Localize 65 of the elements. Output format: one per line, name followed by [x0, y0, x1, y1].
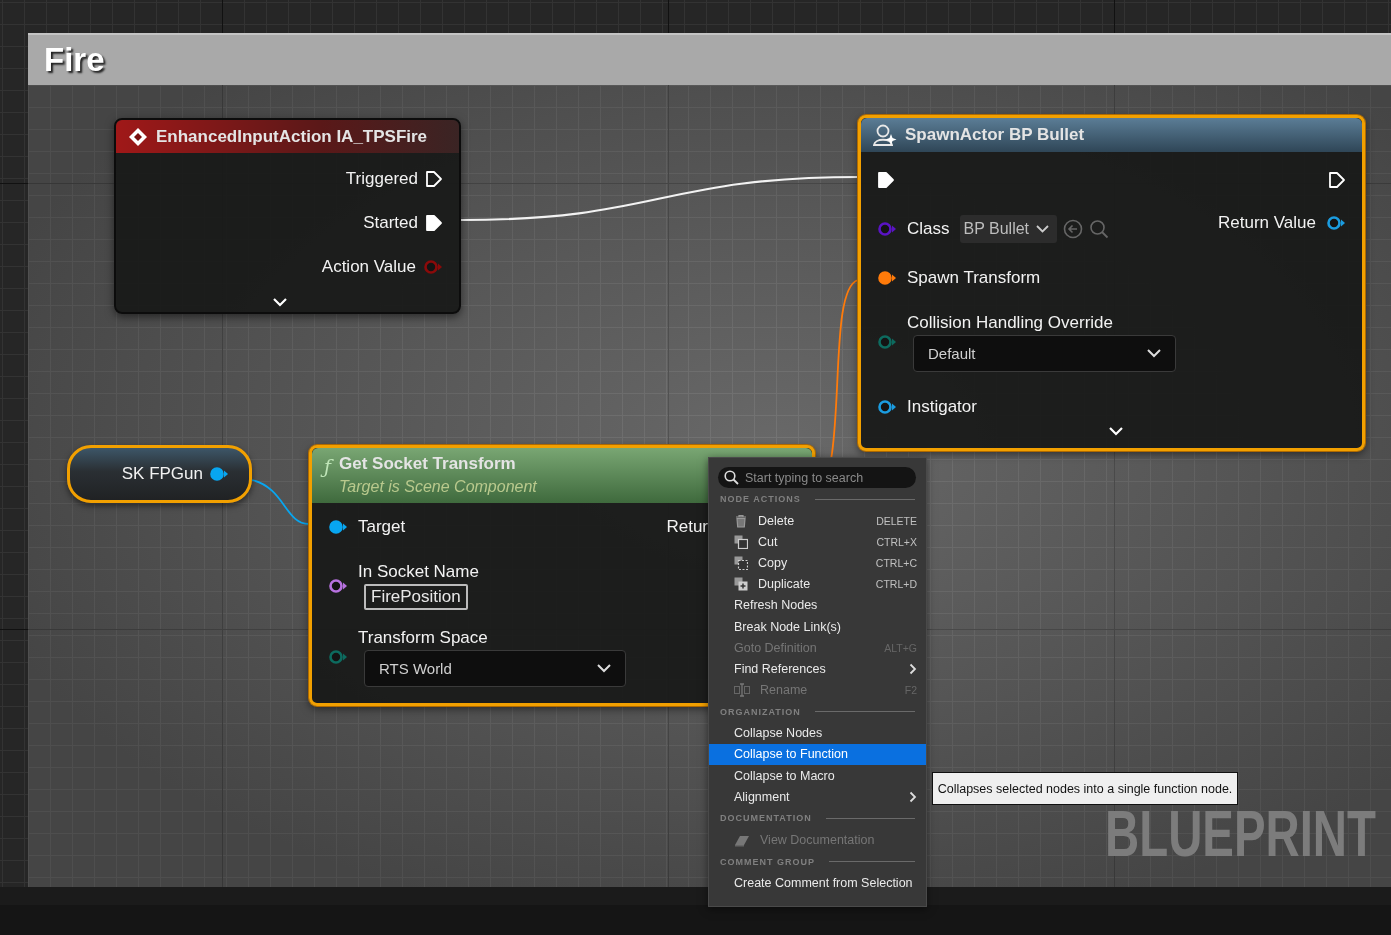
pin-label: Action Value [321, 257, 416, 277]
pin-label: Return Value [1218, 213, 1316, 233]
node-title: EnhancedInputAction IA_TPSFire [156, 126, 428, 147]
dropdown[interactable]: Default [913, 334, 1176, 372]
chevron-down-icon [1147, 348, 1161, 358]
node-subtitle: Target is Scene Component [339, 478, 537, 496]
pin-label: Class [907, 218, 950, 239]
exec-pin-icon[interactable] [425, 214, 443, 232]
text-cursor-icon [734, 683, 750, 698]
cut-icon [734, 534, 748, 549]
data-pin-icon[interactable] [877, 334, 897, 350]
pin-label: Started [363, 213, 418, 233]
data-pin-icon[interactable] [328, 649, 348, 665]
class-combo[interactable]: BP Bullet [959, 214, 1058, 243]
pin-label: Instigator [907, 396, 977, 417]
exec-pin-icon[interactable] [1328, 170, 1346, 189]
trash-icon [734, 513, 748, 528]
menu-section-heading: NODE ACTIONS [720, 494, 801, 504]
menu-item[interactable]: Alignment [709, 786, 926, 808]
graph-type-label: BLUEPRINT [1105, 802, 1376, 866]
exec-pin-icon[interactable] [877, 170, 895, 189]
figure-sparkle-icon [873, 124, 897, 146]
menu-section-heading: DOCUMENTATION [720, 813, 812, 824]
data-pin-icon[interactable] [877, 269, 897, 286]
pin-label: Spawn Transform [907, 267, 1041, 288]
node-title: Get Socket Transform [339, 454, 517, 474]
search-icon [724, 470, 739, 485]
chevron-down-icon[interactable] [271, 297, 288, 307]
data-pin-icon[interactable] [877, 398, 897, 415]
diamond-icon [128, 126, 148, 147]
exec-pin-icon[interactable] [425, 170, 443, 188]
copy-icon [734, 555, 748, 570]
menu-section-heading: COMMENT GROUP [720, 856, 815, 867]
data-pin-icon[interactable] [209, 466, 229, 482]
tooltip: Collapses selected nodes into a single function node. [932, 772, 1238, 805]
search-field[interactable]: Start typing to search [718, 467, 916, 488]
pin-label: In Socket Name [358, 562, 479, 582]
pin-label: Target [358, 517, 406, 537]
dropdown[interactable]: RTS World [364, 649, 626, 687]
pin-label: SK FPGun [121, 464, 203, 484]
chevron-down-icon [1036, 224, 1050, 233]
data-pin-icon[interactable] [328, 519, 348, 535]
pin-label: Retur [666, 517, 708, 536]
search-icon[interactable] [1089, 218, 1110, 239]
event-node[interactable]: EnhancedInputAction IA_TPSFire Triggered Started Action Value [114, 118, 461, 314]
pin-label: Collision Handling Override [907, 312, 1114, 333]
menu-section-heading: ORGANIZATION [720, 706, 801, 717]
data-pin-icon[interactable] [1326, 215, 1346, 231]
pin-label: Triggered [345, 169, 418, 189]
spawn-actor-node[interactable]: SpawnActor BP Bullet Class BP Bullet Spawn Transform Collision Handling Override Default Instigator Return Value [858, 115, 1365, 451]
menu-item[interactable]: Create Comment from Selection [709, 872, 926, 894]
duplicate-icon [734, 577, 748, 592]
node-title: SpawnActor BP Bullet [905, 125, 1085, 145]
chevron-down-icon [597, 663, 611, 673]
pin-label: Transform Space [358, 627, 489, 648]
menu-item[interactable]: Collapse to Function [709, 743, 926, 766]
data-pin-icon[interactable] [328, 578, 348, 594]
variable-node[interactable]: SK FPGun [67, 445, 252, 503]
text-field[interactable]: FirePosition [364, 584, 468, 610]
book-icon [734, 833, 750, 847]
comment-title: Fire [44, 41, 105, 79]
menu-item[interactable]: Collapse to Macro [709, 765, 926, 787]
data-wire [251, 479, 310, 525]
menu-item[interactable]: Collapse Nodes [709, 722, 926, 744]
chevron-down-icon[interactable] [1108, 426, 1124, 436]
